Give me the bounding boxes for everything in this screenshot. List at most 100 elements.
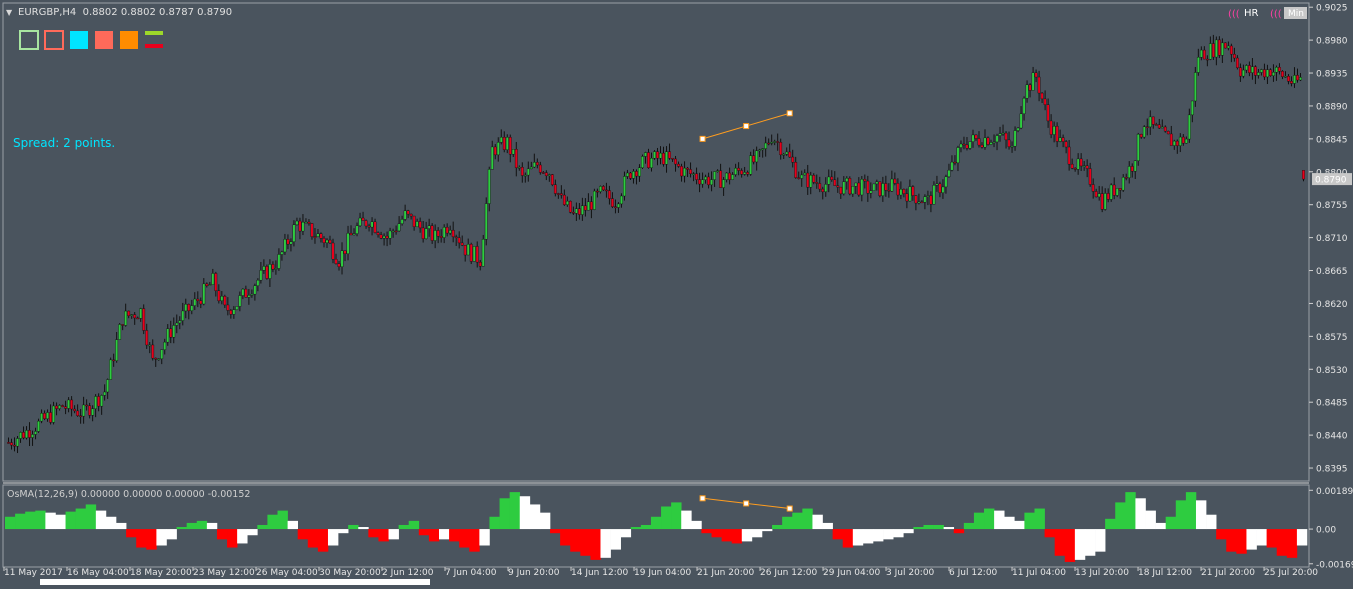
candle[interactable] bbox=[445, 223, 449, 237]
candle[interactable] bbox=[430, 223, 434, 244]
candle[interactable] bbox=[1067, 140, 1071, 171]
candle[interactable] bbox=[205, 282, 209, 288]
candle[interactable] bbox=[106, 378, 110, 399]
candle[interactable] bbox=[277, 248, 281, 271]
candle[interactable] bbox=[1223, 42, 1227, 49]
candle[interactable] bbox=[746, 170, 750, 177]
candle[interactable] bbox=[364, 219, 368, 229]
candle[interactable] bbox=[451, 221, 455, 243]
candle[interactable] bbox=[800, 170, 804, 187]
swatch-fill-orange[interactable] bbox=[120, 31, 138, 49]
candle[interactable] bbox=[229, 308, 233, 319]
candle[interactable] bbox=[716, 169, 719, 173]
candle[interactable] bbox=[175, 314, 179, 334]
candle[interactable] bbox=[593, 188, 596, 211]
candle[interactable] bbox=[1028, 83, 1032, 98]
candle[interactable] bbox=[1269, 68, 1272, 77]
candle[interactable] bbox=[415, 218, 419, 228]
candle[interactable] bbox=[911, 185, 915, 201]
candle[interactable] bbox=[271, 261, 275, 273]
candle[interactable] bbox=[1004, 131, 1008, 149]
candle[interactable] bbox=[505, 134, 509, 154]
candle[interactable] bbox=[52, 401, 55, 425]
candle[interactable] bbox=[956, 145, 960, 172]
candle[interactable] bbox=[1254, 65, 1257, 85]
candle[interactable] bbox=[499, 129, 503, 145]
candle[interactable] bbox=[743, 166, 747, 176]
candle[interactable] bbox=[683, 161, 686, 183]
dropdown-arrow-icon[interactable]: ▼ bbox=[6, 8, 13, 17]
candle[interactable] bbox=[196, 291, 200, 308]
candle[interactable] bbox=[947, 163, 951, 178]
candle[interactable] bbox=[1260, 68, 1263, 76]
candle[interactable] bbox=[1142, 125, 1146, 139]
candle[interactable] bbox=[1121, 174, 1125, 192]
candle[interactable] bbox=[142, 304, 146, 335]
candle[interactable] bbox=[902, 188, 906, 198]
candle[interactable] bbox=[1088, 162, 1092, 187]
candle[interactable] bbox=[878, 181, 882, 198]
candle[interactable] bbox=[550, 173, 554, 187]
candle[interactable] bbox=[920, 200, 924, 204]
candle[interactable] bbox=[454, 234, 458, 246]
candle[interactable] bbox=[848, 176, 852, 196]
candle[interactable] bbox=[1037, 70, 1041, 102]
candle[interactable] bbox=[704, 174, 707, 184]
chart-window[interactable]: 0.90250.89800.89350.88900.88450.88000.87… bbox=[0, 0, 1353, 585]
candle[interactable] bbox=[394, 225, 398, 235]
candle[interactable] bbox=[695, 167, 698, 185]
candle[interactable] bbox=[638, 164, 641, 182]
candle[interactable] bbox=[1160, 119, 1164, 129]
candle[interactable] bbox=[707, 172, 710, 189]
hr-badge[interactable]: ((( HR bbox=[1228, 8, 1259, 20]
candle[interactable] bbox=[508, 134, 512, 163]
candle[interactable] bbox=[662, 146, 665, 167]
candle[interactable] bbox=[1157, 118, 1161, 129]
candle[interactable] bbox=[767, 138, 771, 146]
candle[interactable] bbox=[824, 177, 828, 197]
candle[interactable] bbox=[82, 396, 86, 424]
swatch-outline-green[interactable] bbox=[19, 30, 39, 50]
candle[interactable] bbox=[1214, 36, 1218, 66]
candle[interactable] bbox=[674, 155, 677, 172]
candle[interactable] bbox=[187, 303, 191, 320]
candle[interactable] bbox=[43, 410, 46, 421]
candle[interactable] bbox=[244, 285, 248, 298]
candle[interactable] bbox=[1248, 61, 1251, 77]
candle[interactable] bbox=[286, 234, 290, 250]
candle[interactable] bbox=[355, 222, 359, 237]
candle[interactable] bbox=[1100, 186, 1104, 213]
candle[interactable] bbox=[1103, 188, 1107, 211]
candle[interactable] bbox=[1112, 177, 1116, 200]
candle[interactable] bbox=[1085, 159, 1089, 178]
candle[interactable] bbox=[547, 173, 551, 182]
candle[interactable] bbox=[100, 394, 104, 415]
candle[interactable] bbox=[1251, 58, 1254, 80]
candle[interactable] bbox=[298, 217, 302, 240]
candle[interactable] bbox=[475, 241, 479, 268]
candle[interactable] bbox=[980, 142, 984, 149]
chart-canvas[interactable]: 0.90250.89800.89350.88900.88450.88000.87… bbox=[0, 0, 1353, 585]
candle[interactable] bbox=[941, 179, 945, 199]
candle[interactable] bbox=[908, 179, 912, 202]
candle[interactable] bbox=[301, 214, 305, 236]
candle[interactable] bbox=[304, 218, 308, 224]
candle[interactable] bbox=[388, 227, 392, 245]
candle[interactable] bbox=[752, 149, 756, 165]
candle[interactable] bbox=[469, 242, 473, 265]
candle[interactable] bbox=[1235, 55, 1239, 70]
candle[interactable] bbox=[316, 229, 320, 238]
candle[interactable] bbox=[725, 172, 729, 183]
price-panel[interactable] bbox=[2, 2, 1310, 482]
candle[interactable] bbox=[1257, 69, 1260, 79]
candle[interactable] bbox=[1211, 34, 1215, 60]
candle[interactable] bbox=[1115, 188, 1119, 198]
candle[interactable] bbox=[1010, 141, 1014, 153]
candle[interactable] bbox=[854, 182, 858, 195]
candle[interactable] bbox=[1281, 70, 1284, 80]
candle[interactable] bbox=[580, 197, 584, 221]
candle[interactable] bbox=[1052, 121, 1056, 143]
candle[interactable] bbox=[1133, 160, 1137, 179]
candle[interactable] bbox=[1034, 69, 1038, 83]
trendline-handle[interactable] bbox=[699, 495, 706, 502]
